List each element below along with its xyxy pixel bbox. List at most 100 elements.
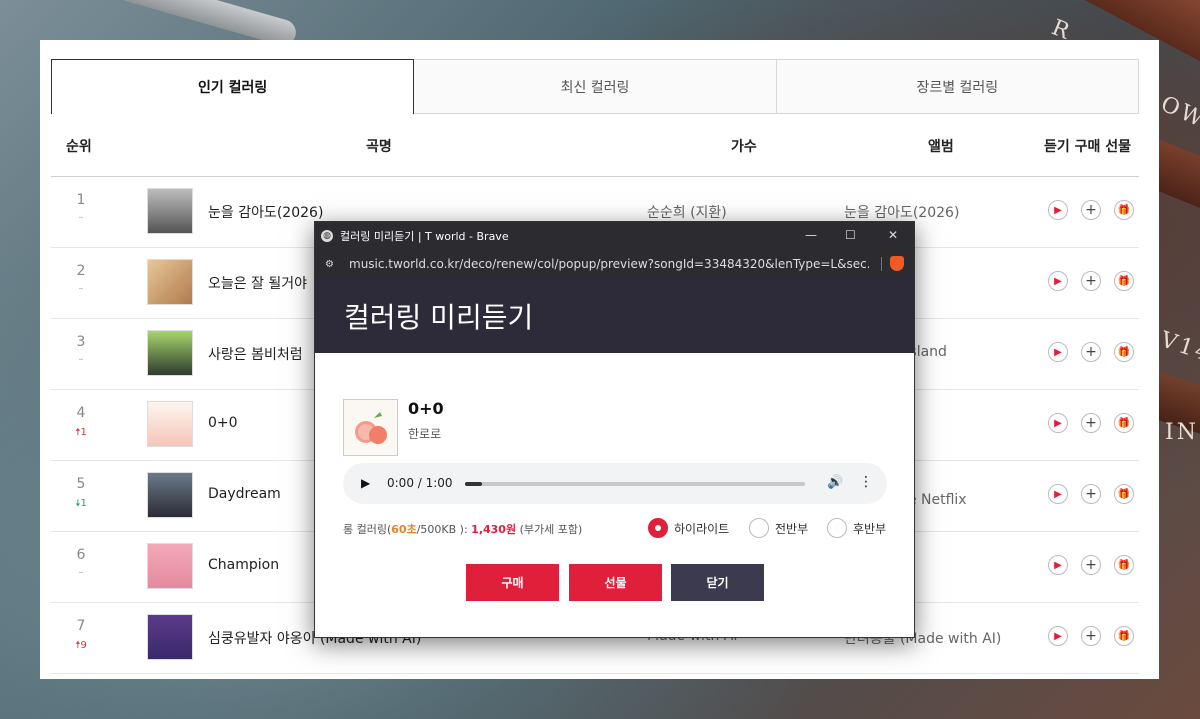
volume-icon[interactable]: 🔊 [827,475,843,490]
album-thumbnail[interactable] [147,472,193,518]
buy-button[interactable]: + [1081,484,1101,504]
brave-shield-icon[interactable] [890,256,904,271]
plus-icon: + [1085,486,1097,502]
album-thumbnail[interactable] [147,401,193,447]
play-icon: ▶ [1054,488,1062,500]
rank-cell: 4 🠅1 [51,405,111,442]
play-icon: ▶ [1054,559,1062,571]
play-icon[interactable]: ▶ [361,476,370,490]
gift-button[interactable]: 🎁 [1114,342,1134,362]
gift-button[interactable]: 🎁 [1114,413,1134,433]
album-thumbnail[interactable] [147,614,193,660]
background-text: OW [1156,91,1200,134]
address-bar[interactable]: ⚙ music.tworld.co.kr/deco/renew/col/popu… [315,250,914,278]
buy-button[interactable]: + [1081,271,1101,291]
album-name[interactable]: 눈을 감아도(2026) [844,202,959,222]
plus-icon: + [1085,344,1097,360]
gift-button[interactable]: 🎁 [1114,271,1134,291]
album-cover [343,399,398,456]
gift-icon: 🎁 [1117,417,1131,429]
buy-button[interactable]: + [1081,626,1101,646]
price-prefix: 롱 컬러링( [343,523,392,536]
rank-change: – [51,354,111,365]
option-highlight[interactable]: 하이라이트 [648,518,729,538]
play-button[interactable]: ▶ [1048,626,1068,646]
seek-bar[interactable] [465,482,805,486]
play-button[interactable]: ▶ [1048,555,1068,575]
play-button[interactable]: ▶ [1048,484,1068,504]
price-size: /500KB ): [416,523,472,536]
close-button[interactable]: 닫기 [671,564,764,601]
gift-icon: 🎁 [1117,275,1131,287]
rank-cell: 3 – [51,334,111,365]
rank-change: 🠅1 [75,427,87,438]
gift-button[interactable]: 🎁 [1114,626,1134,646]
option-label: 전반부 [775,521,809,536]
play-button[interactable]: ▶ [1048,200,1068,220]
site-settings-icon[interactable]: ⚙ [325,259,337,270]
minimize-icon[interactable]: — [805,228,817,242]
album-thumbnail[interactable] [147,330,193,376]
play-button[interactable]: ▶ [1048,413,1068,433]
play-button[interactable]: ▶ [1048,271,1068,291]
gift-button[interactable]: 🎁 [1114,200,1134,220]
song-title[interactable]: 0+0 [208,415,238,431]
rank-change-value: – [78,567,84,578]
url-text[interactable]: music.tworld.co.kr/deco/renew/col/popup/… [349,257,869,271]
tab-latest[interactable]: 최신 컬러링 [414,59,777,114]
album-thumbnail[interactable] [147,188,193,234]
rank-change: – [51,283,111,294]
play-icon: ▶ [1054,417,1062,429]
maximize-icon[interactable]: ☐ [845,228,856,242]
radio-icon[interactable] [827,518,847,538]
rank-number: 6 [76,547,86,563]
radio-icon[interactable] [749,518,769,538]
header-album: 앨범 [928,139,954,155]
album-thumbnail[interactable] [147,543,193,589]
buy-button[interactable]: + [1081,200,1101,220]
gift-button[interactable]: 🎁 [1114,555,1134,575]
more-options-icon[interactable]: ⋮ [859,474,873,490]
table-header: 순위 곡명 가수 앨범 듣기 구매 선물 [51,114,1139,177]
radio-selected-icon[interactable] [648,518,668,538]
gift-icon: 🎁 [1117,559,1131,571]
song-title[interactable]: Daydream [208,486,281,502]
rank-number: 2 [76,263,86,279]
tab-popular[interactable]: 인기 컬러링 [51,59,415,114]
plus-icon: + [1085,415,1097,431]
audio-player: ▶ 0:00 / 1:00 🔊 ⋮ [343,463,887,504]
gift-button[interactable]: 🎁 [1114,484,1134,504]
buy-button[interactable]: 구매 [466,564,559,601]
gift-button[interactable]: 선물 [569,564,662,601]
rank-change-value: 1 [80,427,87,438]
option-second-half[interactable]: 후반부 [827,518,886,538]
artist-name[interactable]: 순순희 (지환) [647,202,727,222]
play-icon: ▶ [1054,204,1062,216]
song-title[interactable]: 사랑은 봄비처럼 [208,344,303,364]
background-text: V14 [1157,327,1200,368]
price-suffix: (부가세 포함) [516,523,583,536]
buy-button[interactable]: + [1081,555,1101,575]
rank-change: – [51,567,111,578]
album-thumbnail[interactable] [147,259,193,305]
close-window-icon[interactable]: ✕ [888,228,898,242]
option-first-half[interactable]: 전반부 [749,518,808,538]
rank-change-value: – [78,212,84,223]
rank-number: 5 [76,476,86,492]
play-button[interactable]: ▶ [1048,342,1068,362]
background-text: IN [1165,420,1199,445]
rank-cell: 1 – [51,192,111,223]
rank-number: 7 [76,618,86,634]
grapefruit-icon [355,412,387,444]
tab-genre[interactable]: 장르별 컬러링 [776,59,1139,114]
song-title[interactable]: Champion [208,557,279,573]
song-title[interactable]: 오늘은 잘 될거야 [208,273,307,293]
rank-change-value: – [78,283,84,294]
window-title: 컬러링 미리듣기 | T world - Brave [340,230,509,243]
song-title[interactable]: 눈을 감아도(2026) [208,202,323,222]
buy-button[interactable]: + [1081,413,1101,433]
buy-button[interactable]: + [1081,342,1101,362]
option-label: 하이라이트 [674,521,730,536]
rank-cell: 5 🠇1 [51,476,111,513]
rank-change: 🠅9 [75,640,87,651]
